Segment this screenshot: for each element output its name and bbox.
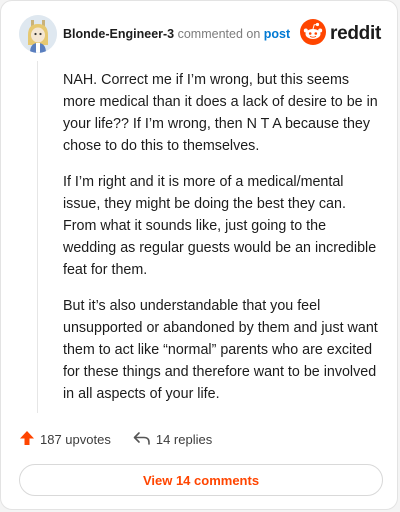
comment-byline: Blonde-Engineer-3 commented on post [63, 27, 290, 41]
reply-count: 14 replies [155, 431, 213, 447]
comment-body: NAH. Correct me if I’m wrong, but this s… [63, 69, 383, 419]
byline-action-text: commented on [177, 27, 261, 41]
username-link[interactable]: Blonde-Engineer-3 [63, 27, 174, 41]
reddit-snoo-icon [300, 18, 327, 50]
comment-paragraph: But it’s also understandable that you fe… [63, 298, 378, 402]
post-link[interactable]: post [264, 27, 290, 41]
comment-header: Blonde-Engineer-3 commented on post redd [19, 15, 383, 55]
view-comments-button[interactable]: View 14 comments [19, 464, 383, 496]
comment-actions: 187 upvotes 14 replies [19, 429, 234, 449]
comment-paragraph: If I’m right and it is more of a medical… [63, 174, 377, 278]
upvote-button[interactable]: 187 upvotes [19, 430, 111, 449]
thread-line[interactable] [37, 61, 38, 413]
replies-button[interactable]: 14 replies [133, 430, 212, 449]
upvote-arrow-icon [19, 430, 35, 449]
upvote-count: 187 upvotes [40, 431, 111, 447]
reddit-wordmark: reddit [330, 23, 381, 44]
comment-card: Blonde-Engineer-3 commented on post redd [0, 0, 398, 510]
comment-paragraph: NAH. Correct me if I’m wrong, but this s… [63, 72, 378, 154]
reddit-logo[interactable]: reddit [300, 18, 381, 50]
reply-arrow-icon [133, 430, 151, 449]
user-avatar[interactable] [19, 15, 57, 53]
